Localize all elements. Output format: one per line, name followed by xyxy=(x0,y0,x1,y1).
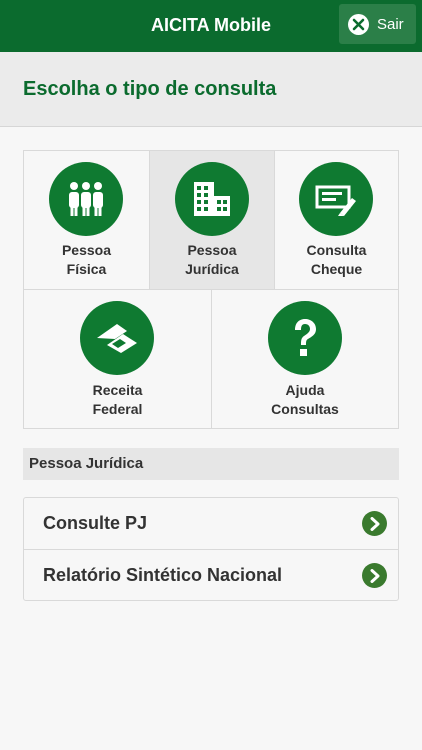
receita-federal-icon xyxy=(80,301,154,375)
people-icon xyxy=(49,162,123,236)
menu-item-label: Pessoa Jurídica xyxy=(185,242,239,277)
logout-label: Sair xyxy=(377,15,404,33)
logout-button[interactable]: Sair xyxy=(339,4,416,44)
buildings-icon xyxy=(175,162,249,236)
list-item-label: Relatório Sintético Nacional xyxy=(43,565,283,585)
help-icon xyxy=(268,301,342,375)
section-header: Pessoa Jurídica xyxy=(23,448,399,480)
top-bar: AICITA Mobile Sair xyxy=(0,0,422,52)
menu-item-label: Pessoa Física xyxy=(61,242,112,277)
menu-item-consulta-cheque[interactable]: Consulta Cheque xyxy=(275,151,398,290)
chevron-right-icon xyxy=(362,511,387,536)
consultation-type-grid: Pessoa Física Pessoa Jurídica Consulta C… xyxy=(23,150,399,429)
list-item-label: Consulte PJ xyxy=(43,513,148,533)
menu-item-receita-federal[interactable]: Receita Federal xyxy=(24,290,212,428)
menu-item-label: Receita Federal xyxy=(92,382,143,417)
options-list: Consulte PJ Relatório Sintético Nacional xyxy=(23,497,399,601)
menu-item-pessoa-fisica[interactable]: Pessoa Física xyxy=(24,151,150,290)
page-header: Escolha o tipo de consulta xyxy=(0,52,422,127)
menu-item-label: Ajuda Consultas xyxy=(271,382,339,417)
list-item-relatorio-sintetico[interactable]: Relatório Sintético Nacional xyxy=(24,549,398,600)
menu-item-ajuda-consultas[interactable]: Ajuda Consultas xyxy=(212,290,398,428)
section-title: Pessoa Jurídica xyxy=(29,455,144,472)
chevron-right-icon xyxy=(362,563,387,588)
page-title: Escolha o tipo de consulta xyxy=(23,78,277,100)
menu-item-label: Consulta Cheque xyxy=(306,242,367,277)
menu-item-pessoa-juridica[interactable]: Pessoa Jurídica xyxy=(150,151,275,290)
close-icon xyxy=(348,13,369,35)
cheque-icon xyxy=(299,162,373,236)
list-item-consulte-pj[interactable]: Consulte PJ xyxy=(24,498,398,549)
